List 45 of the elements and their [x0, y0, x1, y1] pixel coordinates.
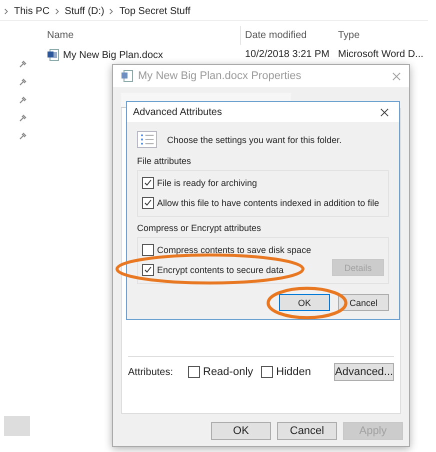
group-title: Compress or Encrypt attributes — [137, 223, 262, 233]
chevron-icon — [109, 8, 114, 15]
checkbox[interactable] — [142, 244, 154, 256]
pin-icon[interactable] — [19, 132, 27, 140]
dialog-title: Advanced Attributes — [133, 106, 222, 118]
group-title: File attributes — [137, 156, 192, 166]
file-type: Microsoft Word D... — [338, 49, 424, 60]
close-icon[interactable] — [380, 108, 389, 116]
file-date: 10/2/2018 3:21 PM — [245, 49, 330, 60]
advanced-button[interactable]: Advanced... — [334, 363, 394, 381]
window-title: My New Big Plan.docx Properties — [138, 70, 302, 82]
chevron-icon — [54, 8, 60, 15]
checkbox-label: File is ready for archiving — [157, 178, 258, 188]
pin-icon[interactable] — [19, 114, 27, 122]
checkbox-label: Encrypt contents to secure data — [157, 265, 284, 275]
checkbox[interactable] — [142, 177, 154, 189]
checkbox[interactable] — [142, 197, 154, 209]
scrollbar-block — [4, 416, 30, 436]
column-header[interactable]: Type — [338, 30, 360, 41]
pin-icon[interactable] — [19, 78, 27, 86]
checkbox-label: Allow this file to have contents indexed in addition to file — [157, 198, 380, 208]
file-name[interactable]: My New Big Plan.docx — [63, 50, 164, 60]
description-text: Choose the settings you want for this folder. — [167, 134, 342, 144]
dialog-button[interactable]: OK — [279, 294, 330, 311]
list-icon — [137, 131, 157, 148]
checkbox[interactable] — [142, 264, 154, 276]
pin-icon[interactable] — [19, 96, 27, 104]
checkbox-label: Compress contents to save disk space — [157, 245, 312, 255]
checkbox-label: Hidden — [276, 366, 311, 378]
pin-icon[interactable] — [19, 60, 27, 68]
column-header[interactable]: Date modified — [245, 30, 307, 41]
attributes-label: Attributes: — [128, 366, 174, 378]
dialog-button[interactable]: Cancel — [277, 422, 337, 440]
checkbox[interactable] — [188, 366, 200, 378]
dialog-button[interactable]: Cancel — [338, 294, 389, 311]
breadcrumb-item[interactable]: Stuff (D:) — [64, 6, 104, 17]
breadcrumb-item[interactable]: Top Secret Stuff — [119, 6, 190, 17]
breadcrumb-item[interactable]: This PC — [14, 6, 50, 17]
column-header[interactable]: Name — [47, 30, 74, 41]
document-icon — [47, 49, 59, 61]
checkbox-label: Read-only — [203, 366, 254, 378]
dialog-button[interactable]: OK — [211, 422, 271, 440]
document-icon — [121, 70, 133, 82]
checkbox[interactable] — [261, 366, 274, 378]
chevron-icon — [4, 8, 9, 15]
